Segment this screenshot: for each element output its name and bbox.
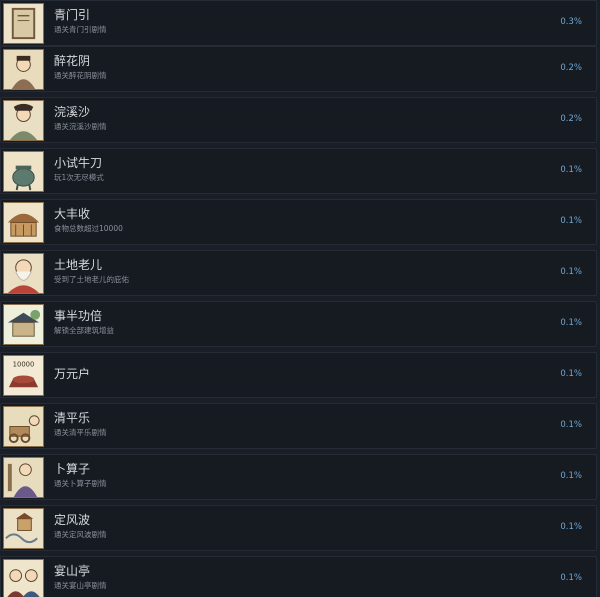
unlock-percentage: 0.1%: [560, 573, 582, 583]
achievement-row[interactable]: 清平乐通关清平乐剧情 0.1%: [0, 403, 597, 449]
unlock-percentage: 0.1%: [560, 318, 582, 328]
achievement-title: 宴山亭: [54, 564, 91, 578]
unlock-percentage: 0.1%: [560, 522, 582, 532]
achievement-title: 土地老儿: [54, 258, 103, 272]
achievement-title: 青门引: [54, 8, 91, 22]
achievement-description: 通关醉花阴剧情: [54, 71, 107, 80]
achievement-title: 醉花阴: [54, 54, 91, 68]
unlock-percentage: 0.1%: [560, 420, 582, 430]
achievement-title: 清平乐: [54, 411, 91, 425]
achievement-description: 通关定风波剧情: [54, 530, 107, 539]
fortune-teller-icon: [3, 457, 44, 498]
achievement-row[interactable]: 宴山亭通关宴山亭剧情 0.1%: [0, 556, 597, 597]
unlock-percentage: 0.2%: [560, 114, 582, 124]
achievement-title: 定风波: [54, 513, 91, 527]
treasure-10000-icon: 10000: [3, 355, 44, 396]
unlock-percentage: 0.3%: [560, 17, 582, 27]
achievement-row[interactable]: 青门引通关青门引剧情 0.3%: [0, 0, 597, 46]
achievement-title: 大丰收: [54, 207, 91, 221]
achievement-description: 玩1次无尽模式: [54, 173, 104, 182]
achievement-row[interactable]: 土地老儿受到了土地老儿的庇佑 0.1%: [0, 250, 597, 296]
unlock-percentage: 0.1%: [560, 216, 582, 226]
achievement-row[interactable]: 事半功倍解锁全部建筑增益 0.1%: [0, 301, 597, 347]
achievement-title: 卜算子: [54, 462, 91, 476]
achievement-row[interactable]: 小试牛刀玩1次无尽模式 0.1%: [0, 148, 597, 194]
achievement-title: 浣溪沙: [54, 105, 91, 119]
washing-woman-icon: [3, 100, 44, 141]
achievement-description: 通关清平乐剧情: [54, 428, 107, 437]
storm-scene-icon: [3, 508, 44, 549]
drunk-scholar-icon: [3, 49, 44, 90]
book-icon: [3, 3, 44, 44]
achievement-row[interactable]: 定风波通关定风波剧情 0.1%: [0, 505, 597, 551]
achievement-description: 受到了土地老儿的庇佑: [54, 275, 129, 284]
achievement-title: 万元户: [54, 367, 91, 381]
achievement-row[interactable]: 10000 万元户 0.1%: [0, 352, 597, 398]
achievement-title: 小试牛刀: [54, 156, 103, 170]
granary-icon: [3, 202, 44, 243]
unlock-percentage: 0.1%: [560, 471, 582, 481]
achievement-row[interactable]: 卜算子通关卜算子剧情 0.1%: [0, 454, 597, 500]
achievement-title: 事半功倍: [54, 309, 103, 323]
achievement-description: 食物总数超过10000: [54, 224, 123, 233]
achievement-row[interactable]: 大丰收食物总数超过10000 0.1%: [0, 199, 597, 245]
achievement-description: 通关宴山亭剧情: [54, 581, 107, 590]
unlock-percentage: 0.1%: [560, 267, 582, 277]
achievement-row[interactable]: 浣溪沙通关浣溪沙剧情 0.2%: [0, 97, 597, 143]
unlock-percentage: 0.2%: [560, 63, 582, 73]
icon-value-label: 10000: [13, 361, 35, 369]
achievement-row[interactable]: 醉花阴通关醉花阴剧情 0.2%: [0, 46, 597, 92]
achievement-list: 青门引通关青门引剧情 0.3% 醉花阴通关醉花阴剧情 0.2% 浣溪沙通关浣溪沙剧情 0.…: [0, 0, 600, 597]
earth-god-icon: [3, 253, 44, 294]
achievement-description: 解锁全部建筑增益: [54, 326, 114, 335]
cart-scene-icon: [3, 406, 44, 447]
achievement-description: 通关卜算子剧情: [54, 479, 107, 488]
achievement-description: 通关青门引剧情: [54, 25, 107, 34]
bronze-vessel-icon: [3, 151, 44, 192]
unlock-percentage: 0.1%: [560, 165, 582, 175]
pavilion-icon: [3, 304, 44, 345]
unlock-percentage: 0.1%: [560, 369, 582, 379]
banquet-people-icon: [3, 559, 44, 597]
achievement-description: 通关浣溪沙剧情: [54, 122, 107, 131]
